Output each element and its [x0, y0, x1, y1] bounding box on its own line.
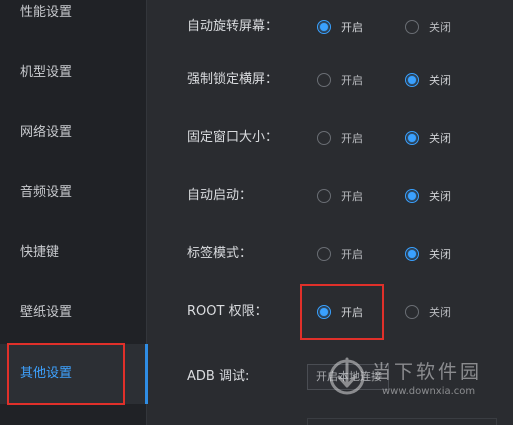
adb-mode-dropdown[interactable]: 开启本地连接 [307, 364, 389, 390]
force-landscape-on-radio[interactable]: 开启 [317, 68, 363, 92]
settings-window: 性能设置 机型设置 网络设置 音频设置 快捷键 壁纸设置 其他设置 自动旋转屏幕… [0, 0, 513, 425]
radio-unchecked-icon [405, 20, 419, 34]
sidebar-item-shortcuts[interactable]: 快捷键 [0, 223, 147, 283]
auto-rotate-on-radio[interactable]: 开启 [317, 15, 363, 39]
setting-label: 自动启动： [187, 188, 253, 203]
radio-checked-icon [405, 73, 419, 87]
setting-row-root-permission: ROOT 权限： 开启 关闭 [187, 300, 507, 324]
sidebar-item-other[interactable]: 其他设置 [0, 344, 148, 404]
sidebar-item-wallpaper[interactable]: 壁纸设置 [0, 283, 147, 343]
sidebar-item-label: 快捷键 [20, 245, 60, 260]
setting-row-tab-mode: 标签模式： 开启 关闭 [187, 242, 507, 266]
radio-unchecked-icon [317, 73, 331, 87]
active-indicator [145, 344, 148, 404]
radio-checked-icon [405, 131, 419, 145]
setting-label: ADB 调试: [187, 369, 250, 384]
sidebar-item-label: 性能设置 [20, 5, 73, 20]
setting-label: 自动旋转屏幕： [187, 19, 279, 34]
tab-mode-off-radio[interactable]: 关闭 [405, 242, 451, 266]
auto-start-on-radio[interactable]: 开启 [317, 184, 363, 208]
sidebar: 性能设置 机型设置 网络设置 音频设置 快捷键 壁纸设置 其他设置 [0, 0, 148, 425]
setting-row-fixed-window-size: 固定窗口大小： 开启 关闭 [187, 126, 507, 150]
radio-checked-icon [317, 305, 331, 319]
radio-checked-icon [405, 189, 419, 203]
radio-unchecked-icon [317, 247, 331, 261]
force-landscape-off-radio[interactable]: 关闭 [405, 68, 451, 92]
sidebar-item-device-model[interactable]: 机型设置 [0, 43, 147, 103]
sidebar-item-label: 网络设置 [20, 125, 73, 140]
root-permission-off-radio[interactable]: 关闭 [405, 300, 451, 324]
setting-row-auto-start: 自动启动： 开启 关闭 [187, 184, 507, 208]
radio-checked-icon [317, 20, 331, 34]
radio-unchecked-icon [317, 131, 331, 145]
root-permission-on-radio[interactable]: 开启 [317, 300, 363, 324]
setting-label: 强制锁定横屏： [187, 72, 279, 87]
radio-checked-icon [405, 247, 419, 261]
sidebar-item-label: 音频设置 [20, 185, 73, 200]
setting-label: 标签模式： [187, 246, 253, 261]
radio-unchecked-icon [405, 305, 419, 319]
auto-rotate-off-radio[interactable]: 关闭 [405, 15, 451, 39]
setting-label: ROOT 权限： [187, 304, 268, 319]
sidebar-item-label: 其他设置 [20, 366, 73, 381]
setting-row-force-landscape: 强制锁定横屏： 开启 关闭 [187, 68, 507, 92]
sidebar-item-network[interactable]: 网络设置 [0, 103, 147, 163]
setting-label: 固定窗口大小： [187, 130, 279, 145]
fixed-window-size-on-radio[interactable]: 开启 [317, 126, 363, 150]
next-setting-field [307, 418, 497, 425]
sidebar-item-audio[interactable]: 音频设置 [0, 163, 147, 223]
sidebar-item-label: 机型设置 [20, 65, 73, 80]
auto-start-off-radio[interactable]: 关闭 [405, 184, 451, 208]
setting-row-auto-rotate: 自动旋转屏幕： 开启 关闭 [187, 15, 507, 39]
fixed-window-size-off-radio[interactable]: 关闭 [405, 126, 451, 150]
sidebar-item-performance[interactable]: 性能设置 [0, 0, 147, 43]
tab-mode-on-radio[interactable]: 开启 [317, 242, 363, 266]
sidebar-item-label: 壁纸设置 [20, 305, 73, 320]
radio-unchecked-icon [317, 189, 331, 203]
